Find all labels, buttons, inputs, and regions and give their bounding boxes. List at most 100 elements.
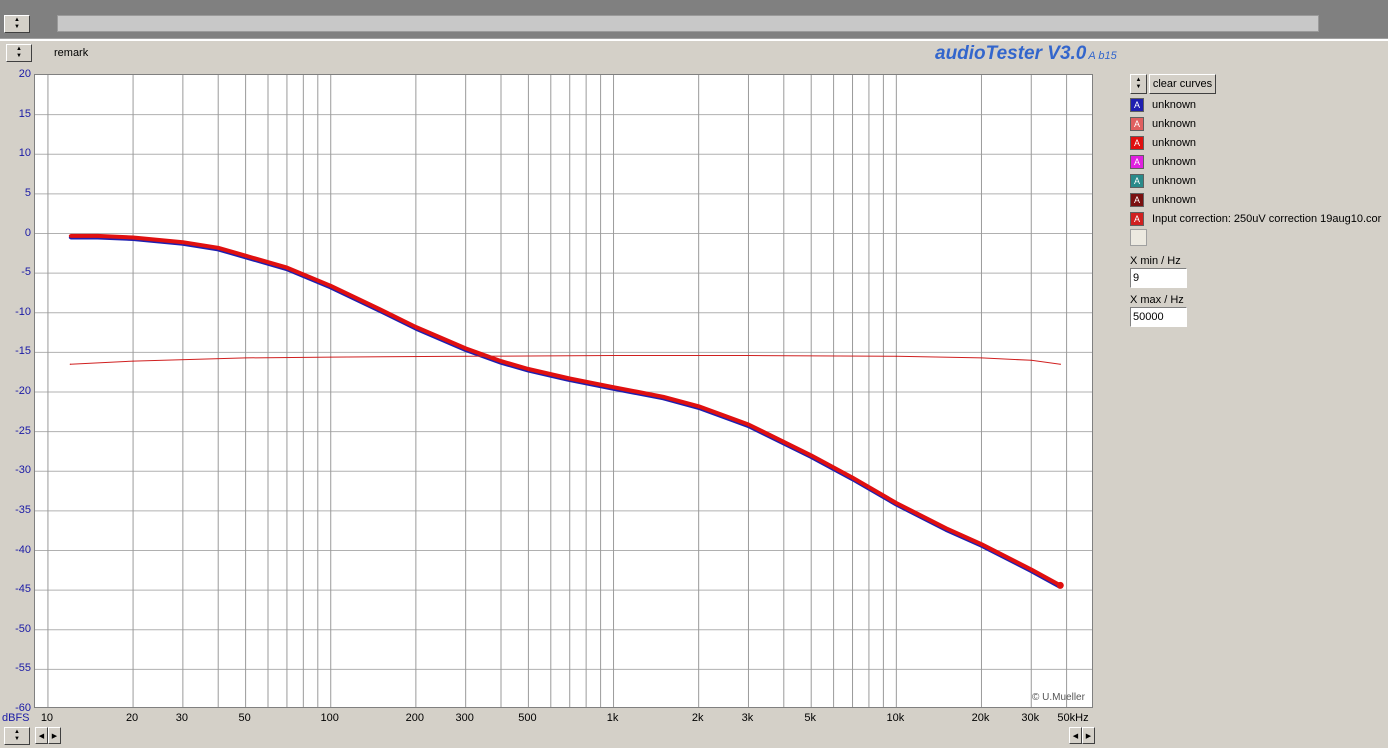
series-point bbox=[285, 266, 289, 270]
series-point bbox=[244, 254, 248, 258]
top-spin-button[interactable]: ▲ ▼ bbox=[4, 15, 30, 33]
legend-label: unknown bbox=[1152, 117, 1197, 130]
y-tick-label: -45 bbox=[15, 583, 31, 596]
series-point bbox=[894, 501, 898, 505]
curve-color-swatch-icon[interactable]: A bbox=[1130, 97, 1144, 112]
series-point bbox=[1029, 568, 1033, 572]
scroll-right-button[interactable]: ▶ bbox=[48, 727, 61, 744]
scroll-left-button[interactable]: ◀ bbox=[35, 727, 48, 744]
app-version: A b15 bbox=[1088, 50, 1117, 62]
series-point bbox=[96, 234, 100, 238]
y-unit-label: dBFS bbox=[2, 712, 30, 724]
bottom-spin-button[interactable]: ▲ ▼ bbox=[4, 727, 30, 745]
legend-entry[interactable]: Aunknown bbox=[1130, 153, 1196, 170]
series-point bbox=[330, 356, 332, 358]
x-tick-label: 50 bbox=[238, 712, 251, 724]
legend-entry[interactable]: Aunknown bbox=[1130, 134, 1196, 151]
series-point bbox=[499, 359, 503, 363]
series-point bbox=[465, 355, 467, 357]
series-point bbox=[612, 385, 616, 389]
curve-color-swatch-icon[interactable]: A bbox=[1130, 192, 1144, 207]
x-tick-label: 30 bbox=[175, 712, 188, 724]
y-tick-label: 0 bbox=[24, 226, 31, 239]
copyright-text: © U.Mueller bbox=[1032, 692, 1085, 703]
x-tick-label: 500 bbox=[518, 712, 537, 724]
x-tick-label: 50kHz bbox=[1057, 712, 1089, 724]
curve-color-swatch-icon[interactable]: A bbox=[1130, 211, 1144, 226]
remark-spin-button[interactable]: ▲ ▼ bbox=[6, 44, 32, 62]
x-tick-label: 20 bbox=[125, 712, 139, 724]
series-point bbox=[216, 246, 220, 250]
series-point bbox=[464, 346, 468, 350]
y-tick-label: -15 bbox=[15, 345, 31, 358]
xmin-input[interactable] bbox=[1130, 268, 1187, 288]
y-tick-label: -10 bbox=[15, 305, 31, 318]
plot-area bbox=[34, 74, 1093, 708]
series-point bbox=[568, 377, 572, 381]
series-point bbox=[944, 526, 948, 530]
y-tick-label: -30 bbox=[15, 464, 31, 477]
series-line-0 bbox=[70, 235, 1062, 589]
frequency-response-chart bbox=[35, 75, 1092, 707]
series-line-2 bbox=[70, 355, 1061, 365]
legend-entry[interactable]: Aunknown bbox=[1130, 172, 1196, 189]
y-tick-label: 20 bbox=[18, 68, 31, 80]
y-tick-label: -35 bbox=[15, 503, 31, 516]
scroll-right-button-right[interactable]: ▶ bbox=[1082, 727, 1095, 744]
series-point bbox=[697, 404, 701, 408]
legend-label: Input correction: 250uV correction 19aug… bbox=[1152, 212, 1382, 225]
y-tick-label: -55 bbox=[15, 662, 31, 675]
curve-color-swatch-icon[interactable]: A bbox=[1130, 116, 1144, 131]
curve-color-swatch-icon[interactable]: A bbox=[1130, 154, 1144, 169]
series-point bbox=[379, 308, 383, 312]
end-marker bbox=[1056, 581, 1064, 589]
y-tick-label: -5 bbox=[21, 266, 31, 279]
series-point bbox=[414, 325, 418, 329]
xmax-input[interactable] bbox=[1130, 307, 1187, 327]
x-tick-label: 5k bbox=[804, 712, 816, 724]
series-point bbox=[895, 355, 897, 357]
series-point bbox=[245, 357, 247, 359]
top-text-field[interactable] bbox=[57, 15, 1319, 32]
series-point bbox=[612, 354, 615, 357]
legend-label: unknown bbox=[1152, 155, 1197, 168]
x-tick-label: 300 bbox=[455, 712, 474, 724]
curves-spin-button[interactable]: ▲ ▼ bbox=[1130, 74, 1147, 94]
x-tick-label: 200 bbox=[405, 712, 425, 724]
series-point bbox=[329, 284, 333, 288]
y-tick-label: -50 bbox=[15, 622, 31, 635]
series-point bbox=[747, 354, 750, 357]
series-point bbox=[181, 240, 185, 244]
app-title-text: audioTester V3.0 bbox=[935, 43, 1087, 64]
xmin-label: X min / Hz bbox=[1130, 255, 1181, 267]
x-tick-label: 3k bbox=[741, 712, 754, 724]
x-tick-label: 100 bbox=[320, 712, 339, 724]
x-tick-label: 1k bbox=[606, 712, 619, 724]
series-point bbox=[809, 453, 813, 457]
xmax-label: X max / Hz bbox=[1130, 294, 1184, 306]
legend-entry[interactable]: Aunknown bbox=[1130, 96, 1196, 113]
empty-curve-slot[interactable] bbox=[1130, 229, 1147, 246]
legend-label: unknown bbox=[1152, 136, 1197, 149]
clear-curves-button[interactable]: clear curves bbox=[1149, 74, 1216, 94]
legend-label: unknown bbox=[1152, 193, 1197, 206]
legend-label: unknown bbox=[1152, 98, 1197, 111]
x-tick-label: 20k bbox=[971, 712, 990, 724]
y-tick-label: 15 bbox=[18, 107, 31, 120]
series-point bbox=[1030, 359, 1032, 361]
legend-entry[interactable]: Aunknown bbox=[1130, 115, 1196, 132]
divider bbox=[0, 38, 1388, 41]
series-point bbox=[132, 360, 134, 362]
series-point bbox=[979, 542, 983, 546]
legend-label: unknown bbox=[1152, 174, 1197, 187]
x-tick-label: 30k bbox=[1021, 712, 1040, 724]
legend-entry[interactable]: A Input correction: 250uV correction 19au… bbox=[1130, 210, 1381, 227]
curve-color-swatch-icon[interactable]: A bbox=[1130, 135, 1144, 150]
scroll-left-button-right[interactable]: ◀ bbox=[1069, 727, 1082, 744]
legend-entry[interactable]: Aunknown bbox=[1130, 191, 1196, 208]
y-tick-label: -25 bbox=[15, 424, 31, 437]
x-tick-label: 10k bbox=[886, 712, 905, 724]
x-tick-label: 2k bbox=[691, 712, 704, 724]
curve-color-swatch-icon[interactable]: A bbox=[1130, 173, 1144, 188]
y-tick-label: 5 bbox=[24, 186, 31, 199]
